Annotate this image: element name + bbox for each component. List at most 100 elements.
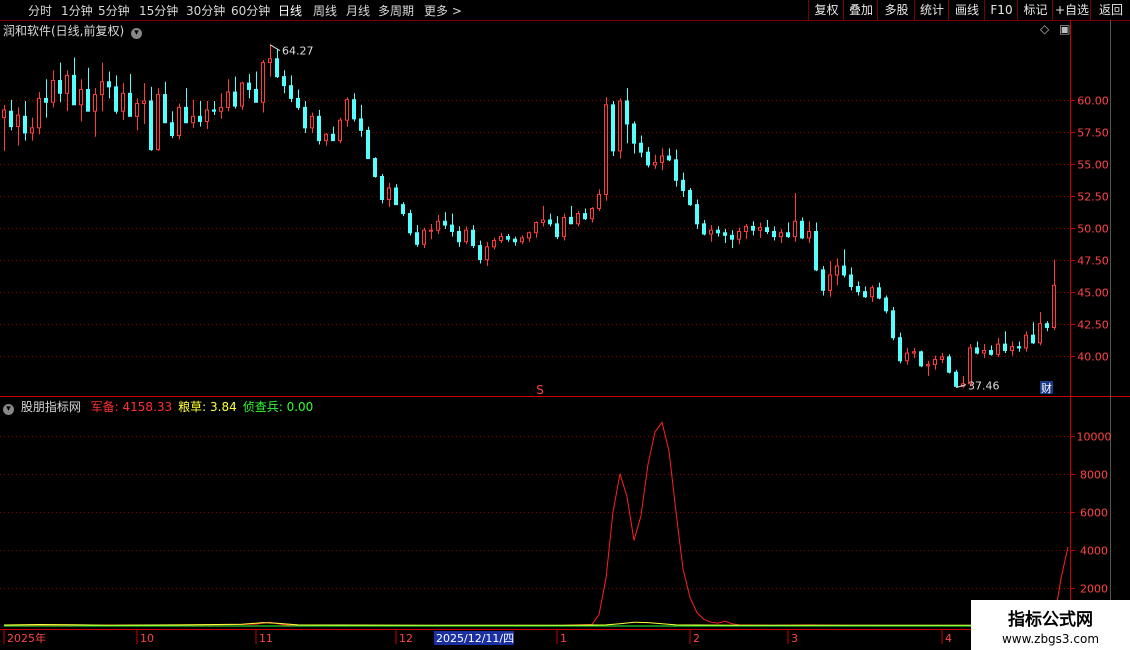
watermark-title: 指标公式网	[1008, 610, 1093, 630]
y-tick-label-main-4: 50.00	[1077, 223, 1109, 236]
chart-area[interactable]: 40.00 42.50 45.00 47.50 50.00 52.50 55.00 57.50…	[0, 0, 1130, 650]
candle-body-117	[821, 269, 825, 291]
candle-body-10	[72, 74, 76, 106]
candle-body-74	[520, 237, 524, 243]
candle-body-70	[492, 239, 496, 248]
candle-body-102	[716, 229, 720, 234]
candle-body-68	[478, 245, 482, 261]
candle-body-44	[310, 115, 314, 129]
candle-body-13	[93, 94, 97, 112]
candle-body-46	[324, 133, 328, 142]
high-marker-line	[269, 44, 281, 52]
candle-body-97	[681, 179, 685, 192]
candle-body-0	[2, 109, 6, 119]
candle-body-55	[387, 187, 391, 201]
candle-body-61	[429, 229, 433, 232]
candle-body-76	[534, 222, 538, 234]
x-tick-label-7: 3	[791, 632, 798, 645]
candle-body-34	[240, 82, 244, 107]
candle-body-142	[996, 343, 1000, 355]
candle-body-47	[331, 133, 335, 142]
candle-body-81	[569, 216, 573, 225]
candle-body-144	[1010, 346, 1014, 351]
x-tick-label-8: 4	[945, 632, 952, 645]
candle-body-95	[667, 155, 671, 161]
x-tick-label-1: 10	[140, 632, 154, 645]
candle-body-31	[219, 106, 223, 112]
candle-body-11	[79, 88, 83, 106]
y-tick-label-main-1: 42.50	[1077, 319, 1109, 332]
candle-body-79	[555, 223, 559, 238]
candle-body-50	[352, 99, 356, 120]
candle-body-5	[37, 97, 41, 129]
candle-body-64	[450, 224, 454, 232]
candle-body-15	[107, 81, 111, 88]
candle-body-66	[464, 229, 468, 243]
x-tick-label-6: 2	[693, 632, 700, 645]
candle-body-96	[674, 159, 678, 181]
candle-body-52	[366, 129, 370, 160]
candle-body-122	[856, 286, 860, 293]
candle-body-121	[849, 274, 853, 288]
candle-body-108	[758, 227, 762, 231]
candle-body-77	[541, 219, 545, 224]
high-marker-label: 64.27	[282, 45, 314, 58]
candle-body-112	[786, 232, 790, 238]
y-tick-label-main-5: 52.50	[1077, 191, 1109, 204]
y-tick-label-main-3: 47.50	[1077, 255, 1109, 268]
candle-body-116	[814, 230, 818, 271]
y-tick-label-ind-2: 6000	[1080, 507, 1108, 520]
cai-marker: 财	[1041, 381, 1052, 395]
candle-body-148	[1038, 323, 1042, 344]
indicator-line-0	[3, 421, 1069, 626]
x-tick-label-3: 12	[399, 632, 413, 645]
candle-body-85	[597, 193, 601, 209]
candle-body-120	[842, 265, 846, 276]
watermark-url: www.zbgs3.com	[1001, 632, 1100, 646]
y-tick-label-main-8: 60.00	[1077, 95, 1109, 108]
candle-body-40	[282, 76, 286, 87]
candle-body-1	[9, 110, 13, 128]
candle-body-140	[982, 349, 986, 354]
candle-body-3	[23, 115, 27, 134]
candle-body-103	[723, 232, 727, 236]
y-tick-label-ind-0: 2000	[1080, 583, 1108, 596]
candle-body-22	[156, 94, 160, 151]
watermark: 指标公式网 www.zbgs3.com	[971, 600, 1130, 650]
candle-body-133	[933, 358, 937, 366]
y-tick-label-main-2: 45.00	[1077, 287, 1109, 300]
candle-body-17	[121, 92, 125, 112]
candle-body-127	[891, 310, 895, 339]
candle-body-75	[527, 232, 531, 239]
candle-body-90	[632, 123, 636, 144]
candle-body-126	[884, 297, 888, 312]
candle-body-109	[765, 227, 769, 232]
candle-body-89	[625, 100, 629, 125]
candle-body-37	[261, 62, 265, 103]
candle-body-32	[226, 91, 230, 108]
candle-body-147	[1031, 334, 1035, 344]
candle-body-26	[184, 106, 188, 124]
candle-body-114	[800, 220, 804, 239]
candle-body-56	[394, 187, 398, 206]
low-marker-label: 37.46	[968, 380, 1000, 393]
candle-body-78	[548, 219, 552, 225]
candle-body-110	[772, 230, 776, 238]
candle-body-86	[604, 104, 608, 195]
candle-body-53	[373, 158, 377, 177]
candle-body-48	[338, 119, 342, 142]
candle-body-4	[30, 127, 34, 134]
candle-body-2	[16, 114, 20, 128]
candle-body-113	[793, 220, 797, 238]
candle-body-73	[513, 238, 517, 243]
candle-body-7	[51, 80, 55, 103]
candle-body-62	[436, 220, 440, 231]
candle-body-6	[44, 97, 48, 103]
candle-body-104	[730, 234, 734, 240]
candle-body-136	[954, 371, 958, 387]
candle-body-124	[870, 287, 874, 298]
candle-body-92	[646, 151, 650, 166]
indicator-line-1	[3, 621, 1069, 626]
candle-body-8	[58, 80, 62, 94]
x-tick-label-0: 2025年	[7, 631, 46, 645]
